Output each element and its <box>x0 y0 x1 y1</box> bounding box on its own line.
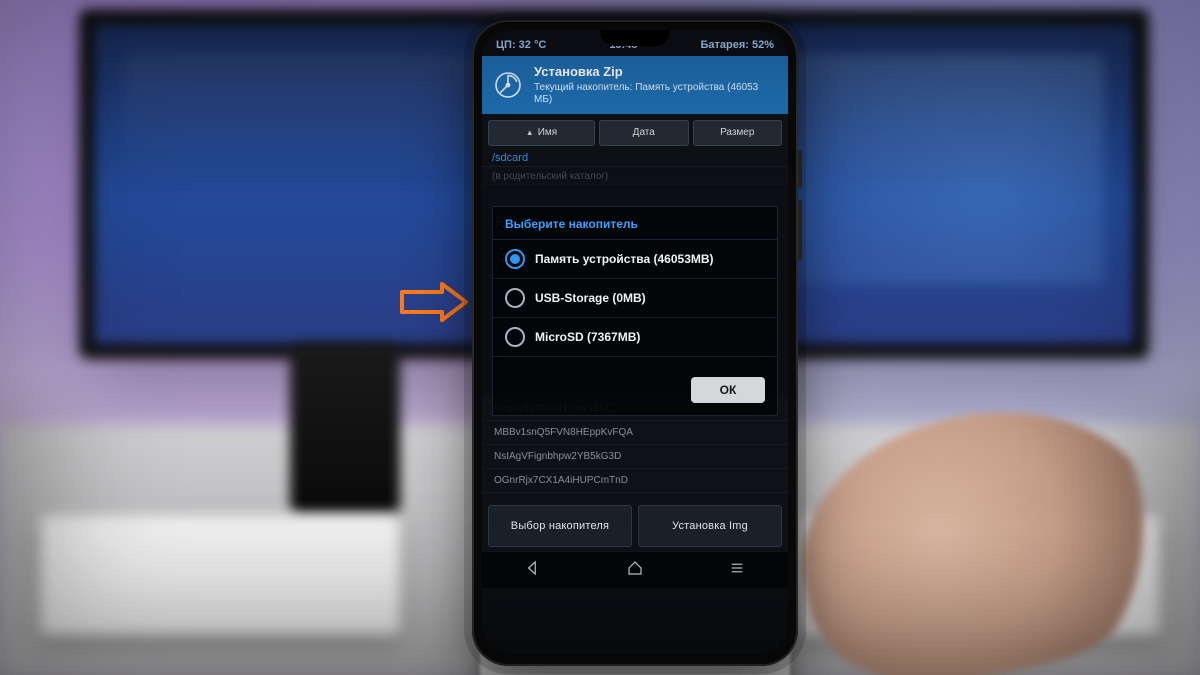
parent-directory-row[interactable]: (в родительский каталог) <box>482 167 788 185</box>
phone-screen: ЦП: 32 °C 15:48 Батарея: 52% Установка Z… <box>482 30 788 654</box>
bottom-action-row: Выбор накопителя Установка Img <box>482 497 788 551</box>
radio-unselected-icon <box>505 327 525 347</box>
nav-recents-icon[interactable] <box>728 559 746 580</box>
storage-option-internal[interactable]: Память устройства (46053MB) <box>493 240 777 279</box>
modal-title: Выберите накопитель <box>493 207 777 240</box>
sort-by-size-button[interactable]: Размер <box>693 120 783 146</box>
nav-back-icon[interactable] <box>524 559 542 580</box>
list-item[interactable]: NsIAgVFignbhpw2YB5kG3D <box>482 445 788 469</box>
list-item[interactable]: MBBv1snQ5FVN8HEppKvFQA <box>482 421 788 445</box>
storage-option-label: MicroSD (7367MB) <box>535 330 640 344</box>
storage-option-label: Память устройства (46053MB) <box>535 252 714 266</box>
select-storage-modal: Выберите накопитель Память устройства (4… <box>492 206 778 416</box>
storage-option-microsd[interactable]: MicroSD (7367MB) <box>493 318 777 357</box>
system-nav-bar <box>482 551 788 588</box>
storage-option-usb[interactable]: USB-Storage (0MB) <box>493 279 777 318</box>
modal-ok-button[interactable]: ОК <box>691 377 765 403</box>
background-keyboard-left <box>40 515 400 635</box>
phone-side-button <box>798 150 802 188</box>
page-title: Установка Zip <box>534 64 776 80</box>
status-cpu-temp: ЦП: 32 °C <box>496 39 546 51</box>
phone-frame: ЦП: 32 °C 15:48 Батарея: 52% Установка Z… <box>472 20 798 666</box>
nav-home-icon[interactable] <box>626 559 644 580</box>
select-storage-button[interactable]: Выбор накопителя <box>488 505 632 547</box>
current-path[interactable]: /sdcard <box>482 148 788 167</box>
background-speaker <box>290 345 400 515</box>
current-storage-subtitle: Текущий накопитель: Память устройства (4… <box>534 82 776 106</box>
phone-side-button <box>798 200 802 260</box>
list-item[interactable]: OGnrRjx7CX1A4iHUPCmTnD <box>482 469 788 493</box>
sort-by-date-button[interactable]: Дата <box>599 120 689 146</box>
sort-asc-icon: ▲ <box>526 128 534 137</box>
twrp-logo-icon <box>492 69 524 101</box>
sort-size-label: Размер <box>720 127 754 138</box>
phone-notch <box>600 30 670 46</box>
install-img-button[interactable]: Установка Img <box>638 505 782 547</box>
sort-row: ▲ Имя Дата Размер <box>482 114 788 148</box>
radio-selected-icon <box>505 249 525 269</box>
sort-by-name-button[interactable]: ▲ Имя <box>488 120 595 146</box>
twrp-header: Установка Zip Текущий накопитель: Память… <box>482 56 788 114</box>
storage-option-label: USB-Storage (0MB) <box>535 291 646 305</box>
sort-date-label: Дата <box>633 127 655 138</box>
status-battery: Батарея: 52% <box>700 39 774 51</box>
sort-name-label: Имя <box>538 127 557 138</box>
radio-unselected-icon <box>505 288 525 308</box>
